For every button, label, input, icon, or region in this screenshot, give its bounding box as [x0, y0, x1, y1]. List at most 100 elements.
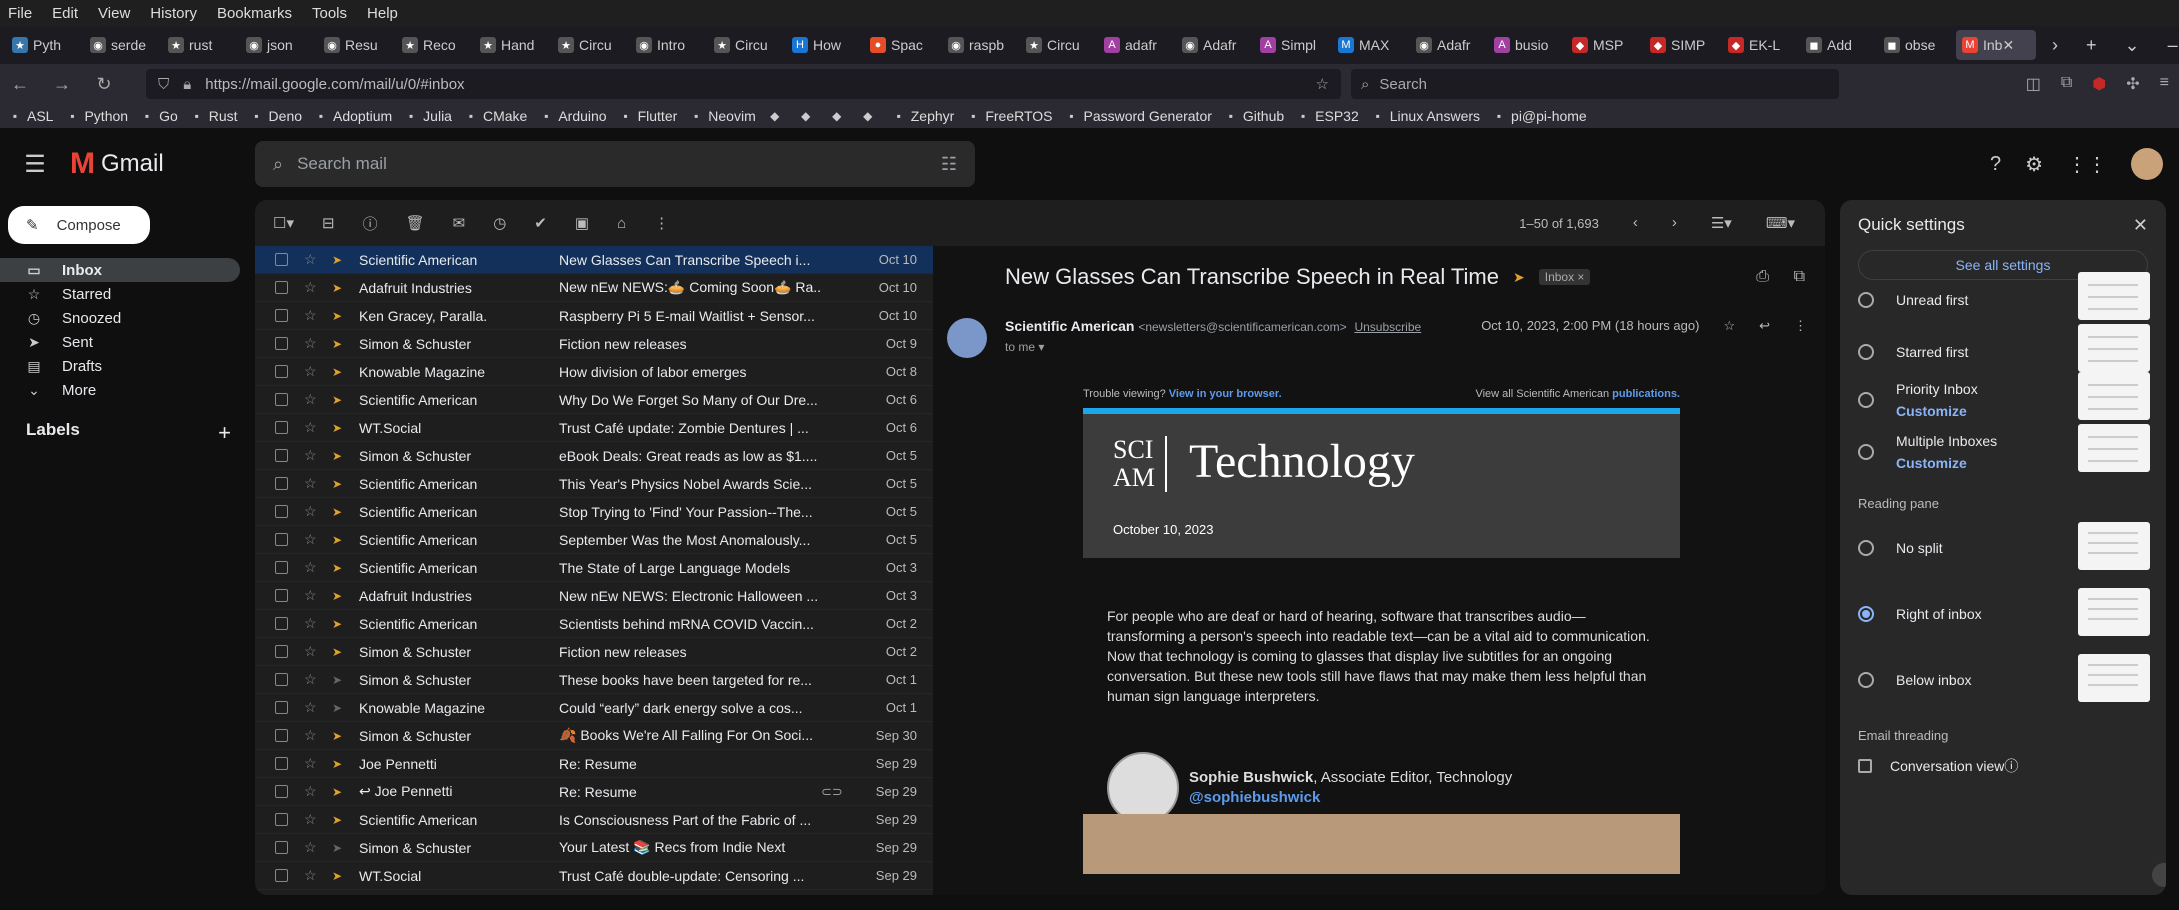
importance-marker-icon[interactable]: ➤ — [332, 813, 346, 827]
email-row[interactable]: ☆ ➤ Simon & Schuster eBook Deals: Great rea… — [255, 442, 933, 470]
customize-link[interactable]: Customize — [1896, 455, 1997, 471]
email-row[interactable]: ☆ ➤ Scientific American This Year's Physics… — [255, 470, 933, 498]
importance-marker-icon[interactable]: ➤ — [1513, 269, 1525, 286]
bookmark-item[interactable]: ▪ Deno — [250, 108, 302, 124]
star-icon[interactable]: ☆ — [304, 503, 318, 520]
browser-tab[interactable]: ◉ json — [240, 30, 316, 60]
tab-scroll-right-icon[interactable]: › — [2052, 35, 2058, 56]
star-icon[interactable]: ☆ — [1723, 318, 1735, 334]
delete-icon[interactable]: 🗑︎ — [406, 214, 425, 232]
row-checkbox[interactable] — [275, 813, 288, 826]
row-checkbox[interactable] — [275, 393, 288, 406]
inbox-label-chip[interactable]: Inbox × — [1538, 269, 1591, 285]
browser-tab[interactable]: ★ Hand — [474, 30, 550, 60]
bookmark-item[interactable]: ◆ — [861, 109, 880, 123]
bookmark-item[interactable]: ◆ — [768, 109, 787, 123]
main-menu-icon[interactable]: ☰ — [0, 150, 70, 179]
browser-tab[interactable]: ◼ obse — [1878, 30, 1954, 60]
url-bar[interactable]: ⛉ 🔒︎ https://mail.google.com/mail/u/0/#i… — [146, 69, 1341, 99]
importance-marker-icon[interactable]: ➤ — [332, 673, 346, 687]
browser-tab[interactable]: ◉ Resu — [318, 30, 394, 60]
star-icon[interactable]: ☆ — [304, 643, 318, 660]
inbox-type-option[interactable]: Unread first — [1858, 272, 2158, 328]
sidebar-item-snoozed[interactable]: ◷ Snoozed — [0, 306, 245, 330]
inbox-type-option[interactable]: Multiple Inboxes Customize — [1858, 424, 2158, 480]
email-row[interactable]: ☆ ➤ Simon & Schuster Your Latest 📚 Recs fro… — [255, 834, 933, 862]
row-checkbox[interactable] — [275, 505, 288, 518]
email-row[interactable]: ☆ ➤ Joe Pennetti Re: Resume Sep 29 — [255, 750, 933, 778]
extensions-icon[interactable]: ⧉ — [2061, 74, 2072, 94]
sidebar-item-more[interactable]: ⌄ More — [0, 378, 245, 402]
row-checkbox[interactable] — [275, 365, 288, 378]
menu-edit[interactable]: Edit — [52, 5, 78, 22]
bookmark-item[interactable]: ◆ — [799, 109, 818, 123]
ublock-icon[interactable]: ⬢ — [2092, 74, 2106, 94]
star-icon[interactable]: ☆ — [304, 335, 318, 352]
help-icon[interactable]: ⓘ — [2004, 756, 2018, 776]
bookmark-item[interactable]: ▪ Go — [140, 108, 178, 124]
email-row[interactable]: ☆ ➤ Adafruit Industries New nEw NEWS:🥧 Comi… — [255, 274, 933, 302]
author-handle-link[interactable]: @sophiebushwick — [1189, 788, 1512, 808]
close-tab-icon[interactable]: ✕ — [2002, 37, 2014, 54]
row-checkbox[interactable] — [275, 617, 288, 630]
bookmark-item[interactable]: ▪ Neovim — [689, 108, 756, 124]
importance-marker-icon[interactable]: ➤ — [332, 253, 346, 267]
pocket-icon[interactable]: ◫ — [2026, 74, 2041, 94]
report-spam-icon[interactable]: ⓘ — [363, 213, 378, 234]
row-checkbox[interactable] — [275, 477, 288, 490]
row-checkbox[interactable] — [275, 757, 288, 770]
row-checkbox[interactable] — [275, 785, 288, 798]
bookmark-item[interactable]: ◆ — [830, 109, 849, 123]
view-in-browser-link[interactable]: View in your browser. — [1169, 388, 1282, 408]
bookmark-star-icon[interactable]: ☆ — [1316, 75, 1329, 93]
minimize-icon[interactable]: – — [2168, 35, 2178, 56]
browser-tab[interactable]: ◉ serde — [84, 30, 160, 60]
importance-marker-icon[interactable]: ➤ — [332, 449, 346, 463]
email-row[interactable]: ☆ ➤ Scientific American Stop Trying to 'Fin… — [255, 498, 933, 526]
mark-unread-icon[interactable]: ✉ — [453, 214, 466, 232]
star-icon[interactable]: ☆ — [304, 671, 318, 688]
star-icon[interactable]: ☆ — [304, 839, 318, 856]
star-icon[interactable]: ☆ — [304, 699, 318, 716]
row-checkbox[interactable] — [275, 337, 288, 350]
unsubscribe-link[interactable]: Unsubscribe — [1354, 320, 1421, 334]
browser-tab[interactable]: ◆ EK-L — [1722, 30, 1798, 60]
browser-tab[interactable]: ★ Circu — [708, 30, 784, 60]
browser-tab[interactable]: M Inb ✕ — [1956, 30, 2036, 60]
importance-marker-icon[interactable]: ➤ — [332, 365, 346, 379]
star-icon[interactable]: ☆ — [304, 475, 318, 492]
row-checkbox[interactable] — [275, 561, 288, 574]
bookmark-item[interactable]: ▪ Adoptium — [314, 108, 392, 124]
browser-tab[interactable]: M MAX — [1332, 30, 1408, 60]
browser-tab[interactable]: ◆ SIMP — [1644, 30, 1720, 60]
email-row[interactable]: ☆ ➤ Simon & Schuster Fiction new releases Oc… — [255, 330, 933, 358]
importance-marker-icon[interactable]: ➤ — [332, 869, 346, 883]
menu-tools[interactable]: Tools — [312, 5, 347, 22]
radio-button[interactable] — [1858, 392, 1874, 408]
browser-tab[interactable]: ◉ Adafr — [1410, 30, 1486, 60]
importance-marker-icon[interactable]: ➤ — [332, 645, 346, 659]
star-icon[interactable]: ☆ — [304, 279, 318, 296]
row-checkbox[interactable] — [275, 701, 288, 714]
star-icon[interactable]: ☆ — [304, 363, 318, 380]
star-icon[interactable]: ☆ — [304, 419, 318, 436]
browser-tab[interactable]: ● Spac — [864, 30, 940, 60]
conversation-view-checkbox[interactable] — [1858, 759, 1872, 773]
browser-tab[interactable]: ★ Reco — [396, 30, 472, 60]
browser-tab[interactable]: ★ Circu — [1020, 30, 1096, 60]
sidebar-item-drafts[interactable]: ▤ Drafts — [0, 354, 245, 378]
row-checkbox[interactable] — [275, 309, 288, 322]
email-row[interactable]: ☆ ➤ Simon & Schuster These books have been … — [255, 666, 933, 694]
recipient-details[interactable]: to me ▾ — [1005, 340, 1421, 354]
publications-link[interactable]: publications. — [1612, 388, 1680, 408]
archive-icon[interactable]: ⊟ — [322, 214, 335, 232]
email-row[interactable]: ☆ ➤ ↩ Joe Pennetti Re: Resume ⊂⊃ Sep 29 — [255, 778, 933, 806]
label-icon[interactable]: ⌂ — [617, 215, 626, 232]
compose-button[interactable]: ✎ Compose — [8, 206, 150, 244]
star-icon[interactable]: ☆ — [304, 727, 318, 744]
star-icon[interactable]: ☆ — [304, 531, 318, 548]
mail-search-input[interactable]: ⌕ Search mail ☷ — [255, 141, 975, 187]
search-options-icon[interactable]: ☷ — [941, 154, 957, 175]
snooze-icon[interactable]: ◷ — [493, 214, 506, 232]
email-row[interactable]: ☆ ➤ WT.Social Trust Café double-update: Cen… — [255, 862, 933, 890]
